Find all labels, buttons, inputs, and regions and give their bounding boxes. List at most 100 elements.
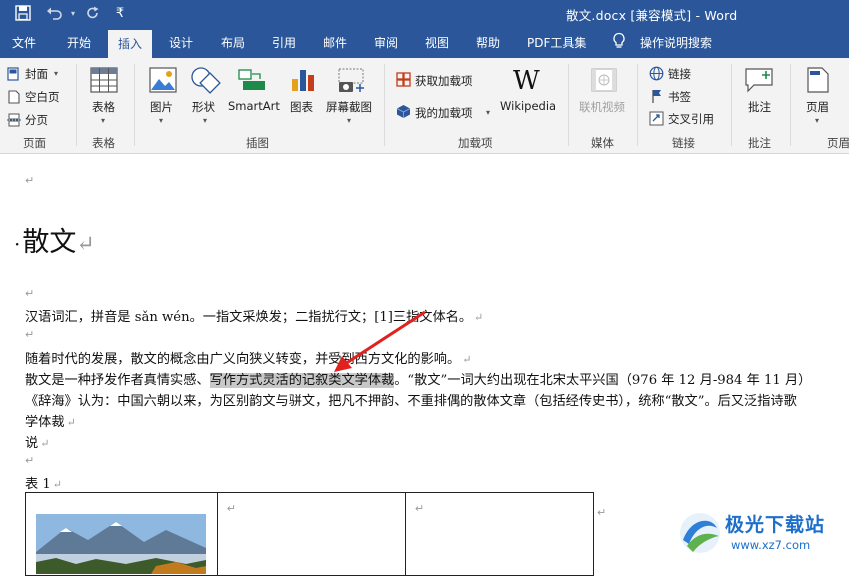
caption-text: 表 1 bbox=[25, 477, 51, 492]
title-bar: ▾ ₹ 散文.docx [兼容模式] - Word bbox=[0, 0, 849, 27]
cross-reference-icon bbox=[649, 111, 664, 130]
bookmark-icon bbox=[650, 89, 664, 108]
blank-page-icon bbox=[7, 89, 21, 108]
table-cell[interactable]: ↵ bbox=[404, 492, 595, 576]
tab-references[interactable]: 引用 bbox=[272, 34, 296, 51]
online-video-icon bbox=[591, 68, 617, 96]
smartart-button[interactable]: SmartArt bbox=[228, 99, 280, 113]
heading-text: 散文 bbox=[22, 227, 77, 258]
get-addins-button[interactable]: 获取加载项 bbox=[415, 73, 473, 89]
page-break-button[interactable]: 分页 bbox=[25, 112, 48, 128]
shapes-button[interactable]: 形状 bbox=[192, 99, 215, 115]
chart-button[interactable]: 图表 bbox=[290, 99, 313, 115]
screenshot-button[interactable]: 屏幕截图 bbox=[326, 99, 372, 115]
paragraph-mark: ↵ bbox=[226, 502, 236, 515]
chevron-down-icon: ▾ bbox=[203, 116, 208, 125]
undo-dropdown[interactable]: ▾ bbox=[67, 3, 79, 23]
group-label-addins: 加载项 bbox=[458, 136, 493, 150]
tab-design[interactable]: 设计 bbox=[169, 34, 193, 51]
header-button[interactable]: 页眉 bbox=[806, 99, 829, 115]
tell-me-search[interactable]: 操作说明搜索 bbox=[640, 34, 712, 51]
tab-file[interactable]: 文件 bbox=[12, 34, 36, 51]
paragraph-mark: ↵ bbox=[414, 502, 425, 515]
tab-insert[interactable]: 插入 bbox=[108, 30, 153, 58]
link-icon bbox=[649, 66, 664, 85]
customize-qat-button[interactable]: ₹ bbox=[112, 3, 128, 23]
tab-view[interactable]: 视图 bbox=[425, 34, 449, 51]
group-label-header-footer: 页眉 bbox=[827, 136, 849, 150]
group-divider bbox=[76, 64, 77, 146]
watermark-name: 极光下载站 bbox=[725, 514, 826, 536]
chevron-down-icon: ▾ bbox=[54, 69, 59, 78]
wikipedia-icon: W bbox=[513, 66, 540, 96]
paragraph-text: 散文是一种抒发作者真情实感、 bbox=[25, 373, 210, 388]
paragraph-mark: ↵ bbox=[597, 506, 607, 519]
paragraph[interactable]: 学体裁 ↵ bbox=[25, 411, 76, 430]
tab-mailings[interactable]: 邮件 bbox=[323, 34, 347, 51]
table-caption[interactable]: 表 1 ↵ bbox=[25, 473, 62, 492]
table-cell[interactable] bbox=[25, 492, 218, 576]
picture-button[interactable]: 图片 bbox=[150, 99, 173, 115]
document-page[interactable]: ↵ ·散文↵ ↵ 汉语词汇，拼音是 sǎn wén。一指文采焕发；二指扰行文；[… bbox=[0, 154, 849, 576]
group-divider bbox=[134, 64, 135, 146]
group-divider bbox=[637, 64, 638, 146]
online-video-button[interactable]: 联机视频 bbox=[579, 99, 625, 115]
chevron-down-icon: ▾ bbox=[347, 116, 352, 125]
bullet-marker: · bbox=[14, 231, 21, 256]
table-cell[interactable]: ↵ bbox=[216, 492, 406, 576]
tab-review[interactable]: 审阅 bbox=[374, 34, 398, 51]
header-icon bbox=[807, 67, 829, 97]
screenshot-icon bbox=[336, 66, 366, 98]
group-divider bbox=[790, 64, 791, 146]
wikipedia-button[interactable]: Wikipedia bbox=[500, 99, 556, 113]
table-button[interactable]: 表格 bbox=[92, 99, 115, 115]
comment-icon bbox=[744, 67, 774, 97]
tab-pdf-tools[interactable]: PDF工具集 bbox=[527, 34, 586, 51]
paragraph[interactable]: 说 ↵ bbox=[25, 432, 49, 451]
lightbulb-icon[interactable] bbox=[612, 32, 626, 52]
aurora-logo-icon bbox=[680, 513, 720, 553]
group-label-media: 媒体 bbox=[591, 136, 614, 150]
redo-icon[interactable] bbox=[82, 3, 104, 23]
cover-page-button[interactable]: 封面 bbox=[25, 66, 48, 82]
document-table[interactable]: ↵ ↵ bbox=[25, 492, 595, 576]
bookmark-button[interactable]: 书签 bbox=[668, 89, 691, 105]
new-comment-button[interactable]: 批注 bbox=[748, 99, 771, 115]
undo-icon[interactable] bbox=[43, 3, 65, 23]
page-break-icon bbox=[7, 112, 21, 131]
watermark-url: www.xz7.com bbox=[731, 538, 811, 552]
my-addins-button[interactable]: 我的加载项 bbox=[415, 105, 473, 121]
ribbon-tabs: 文件 开始 插入 设计 布局 引用 邮件 审阅 视图 帮助 PDF工具集 操作说… bbox=[0, 27, 849, 58]
shapes-icon bbox=[189, 66, 221, 98]
blank-page-button[interactable]: 空白页 bbox=[25, 89, 60, 105]
paragraph-mark: ↵ bbox=[25, 174, 35, 187]
tab-help[interactable]: 帮助 bbox=[476, 34, 500, 51]
ribbon-insert: 封面 ▾ 空白页 分页 页面 表格 ▾ 表格 图片 ▾ 形状 ▾ SmartAr… bbox=[0, 58, 849, 154]
table-icon bbox=[90, 67, 118, 97]
group-label-illustrations: 插图 bbox=[246, 136, 269, 150]
chevron-down-icon: ▾ bbox=[815, 116, 820, 125]
group-divider bbox=[568, 64, 569, 146]
link-button[interactable]: 链接 bbox=[668, 66, 691, 82]
group-label-comments: 批注 bbox=[748, 136, 771, 150]
tab-home[interactable]: 开始 bbox=[67, 34, 91, 51]
group-divider bbox=[384, 64, 385, 146]
store-icon bbox=[396, 72, 411, 91]
group-label-links: 链接 bbox=[672, 136, 695, 150]
my-addins-icon bbox=[396, 104, 411, 123]
annotation-arrow-icon bbox=[334, 310, 426, 372]
paragraph-text: 《辞海》认为：中国六朝以来，为区别韵文与骈文，把凡不押韵、不重排偶的散体文章（包… bbox=[25, 394, 797, 409]
paragraph[interactable]: 《辞海》认为：中国六朝以来，为区别韵文与骈文，把凡不押韵、不重排偶的散体文章（包… bbox=[25, 390, 797, 409]
save-icon[interactable] bbox=[12, 3, 34, 23]
paragraph-mark: ↵ bbox=[25, 454, 35, 467]
heading-1[interactable]: ·散文↵ bbox=[14, 220, 95, 259]
chevron-down-icon: ▾ bbox=[486, 108, 491, 117]
cross-reference-button[interactable]: 交叉引用 bbox=[668, 111, 714, 127]
landscape-image[interactable] bbox=[36, 514, 206, 574]
smartart-icon bbox=[238, 67, 268, 97]
tab-layout[interactable]: 布局 bbox=[221, 34, 245, 51]
cover-page-icon bbox=[7, 66, 21, 85]
paragraph-text: 。“散文”一词大约出现在北宋太平兴国（976 年 12 月-984 年 11 月… bbox=[394, 373, 812, 388]
chart-icon bbox=[290, 67, 316, 97]
group-divider bbox=[731, 64, 732, 146]
